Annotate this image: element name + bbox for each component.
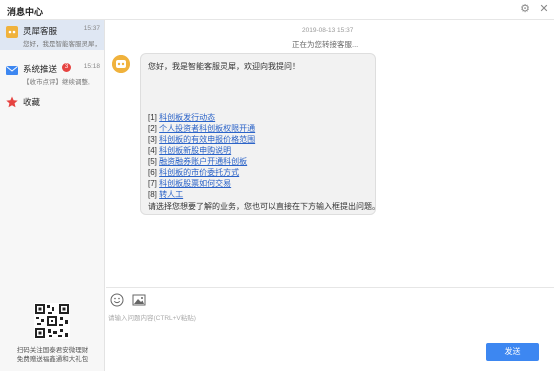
emoji-icon[interactable] — [110, 293, 124, 307]
option-link[interactable]: 个人投资者科创板权限开通 — [159, 124, 255, 133]
unread-badge: 3 — [62, 63, 71, 72]
robot-icon — [6, 26, 18, 38]
option-link[interactable]: 科创板新股申购说明 — [159, 146, 231, 155]
close-icon[interactable]: ✕ — [538, 3, 550, 15]
conversation-item-favorites[interactable]: 收藏 — [0, 92, 104, 112]
option-link[interactable]: 科创板发行动态 — [159, 113, 215, 122]
message-input[interactable] — [108, 312, 408, 324]
option-number: [6] — [148, 168, 157, 177]
message-composer: 发送 — [106, 287, 554, 371]
gear-icon[interactable]: ⚙ — [519, 3, 531, 15]
option-item: [4] 科创板新股申购说明 — [148, 145, 255, 156]
bot-message-bubble: 您好，我是智能客服灵犀，欢迎向我提问！ [1] 科创板发行动态 [2] 个人投资… — [140, 53, 380, 215]
option-number: [3] — [148, 135, 157, 144]
option-link[interactable]: 科创板的市价委托方式 — [159, 168, 239, 177]
bot-avatar — [112, 55, 130, 73]
option-number: [8] — [148, 190, 157, 199]
option-number: [4] — [148, 146, 157, 155]
conversation-preview: 【收市点评】继续调整, — [23, 79, 90, 86]
conversation-name: 灵犀客服 — [23, 26, 58, 36]
option-item: [3] 科创板的有效申报价格范围 — [148, 134, 255, 145]
conversation-name: 系统推送 — [23, 64, 58, 74]
option-item: [2] 个人投资者科创板权限开通 — [148, 123, 255, 134]
greeting-text: 您好，我是智能客服灵犀，欢迎向我提问！ — [148, 62, 300, 71]
option-link[interactable]: 科创板的有效申报价格范围 — [159, 135, 255, 144]
star-icon — [6, 96, 18, 108]
image-icon[interactable] — [132, 293, 146, 307]
option-list: [1] 科创板发行动态 [2] 个人投资者科创板权限开通 [3] 科创板的有效申… — [148, 112, 255, 200]
option-item: [6] 科创板的市价委托方式 — [148, 167, 255, 178]
qr-caption-text: 扫码关注国泰君安微理财 免费赠送福鑫通和大礼包 — [16, 347, 89, 363]
mail-icon — [6, 66, 18, 75]
conversation-item-customer-service[interactable]: 灵犀客服 15:37 您好，我是智能客服灵犀，欢迎向我提问！ — [0, 20, 104, 50]
option-number: [7] — [148, 179, 157, 188]
system-message: 正在为您转接客服... — [292, 40, 359, 49]
message-timestamp: 2019-08-13 15:37 — [302, 27, 354, 34]
conversation-preview: 您好，我是智能客服灵犀，欢迎向我提问！ — [23, 41, 101, 48]
option-item: [1] 科创板发行动态 — [148, 112, 255, 123]
send-button[interactable]: 发送 — [486, 343, 539, 361]
option-item: [8] 转人工 — [148, 189, 255, 200]
conversation-item-system-push[interactable]: 系统推送 3 15:18 【收市点评】继续调整, — [0, 58, 104, 88]
option-link[interactable]: 转人工 — [159, 190, 183, 199]
chat-panel: 2019-08-13 15:37 正在为您转接客服... 您好，我是智能客服灵犀… — [106, 20, 554, 287]
option-number: [2] — [148, 124, 157, 133]
title-bar: 消息中心 ⚙ ✕ — [0, 0, 554, 20]
option-number: [1] — [148, 113, 157, 122]
window-title: 消息中心 — [7, 7, 44, 17]
prompt-text: 请选择您想要了解的业务，您也可以直接在下方输入框提出问题。 — [148, 202, 380, 211]
conversation-time: 15:18 — [83, 63, 100, 70]
conversation-name: 收藏 — [23, 97, 41, 107]
qr-code — [34, 303, 70, 339]
qr-caption: 扫码关注国泰君安微理财 免费赠送福鑫通和大礼包 — [4, 346, 101, 364]
conversation-sidebar: 灵犀客服 15:37 您好，我是智能客服灵犀，欢迎向我提问！ 系统推送 3 15… — [0, 20, 105, 371]
option-item: [5] 融资融券账户开通科创板 — [148, 156, 255, 167]
option-number: [5] — [148, 157, 157, 166]
conversation-time: 15:37 — [83, 25, 100, 32]
option-link[interactable]: 科创板股票如何交易 — [159, 179, 231, 188]
option-item: [7] 科创板股票如何交易 — [148, 178, 255, 189]
option-link[interactable]: 融资融券账户开通科创板 — [159, 157, 247, 166]
